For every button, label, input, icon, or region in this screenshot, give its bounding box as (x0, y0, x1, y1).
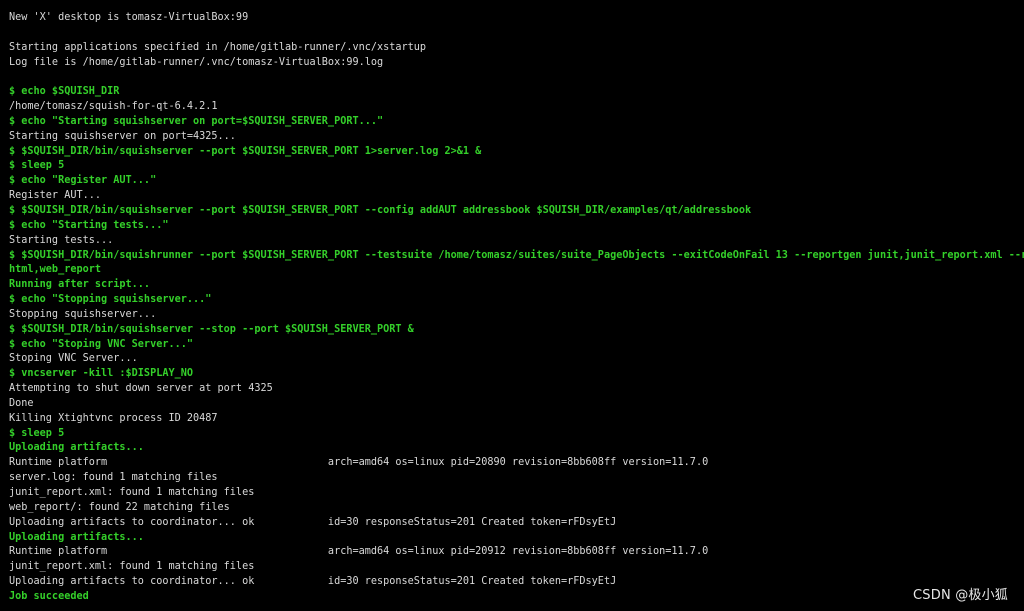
terminal-command-line: $ echo "Register AUT..." (9, 175, 157, 187)
terminal-command-line: $ echo "Stopping squishserver..." (9, 294, 212, 306)
terminal-output-line: Killing Xtightvnc process ID 20487 (9, 412, 218, 424)
terminal-output-line: server.log: found 1 matching files (9, 472, 218, 484)
terminal-command-line: $ $SQUISH_DIR/bin/squishrunner --port $S… (9, 249, 1024, 261)
terminal-output-line: Stopping squishserver... (9, 308, 157, 320)
terminal-command-line: $ $SQUISH_DIR/bin/squishserver --stop --… (9, 323, 414, 335)
terminal-output-line: Register AUT... (9, 190, 102, 202)
terminal-command-line: $ echo "Stoping VNC Server..." (9, 338, 194, 350)
terminal-status-line: Uploading artifacts... (9, 531, 144, 543)
terminal-command-line: $ echo "Starting tests..." (9, 219, 169, 231)
terminal-output-line: Starting tests... (9, 234, 114, 246)
terminal-output-line: Uploading artifacts to coordinator... ok… (9, 576, 617, 588)
terminal-output-line: /home/tomasz/squish-for-qt-6.4.2.1 (9, 101, 218, 113)
terminal-output-line: New 'X' desktop is tomasz-VirtualBox:99 (9, 12, 249, 23)
terminal-output-line: Starting applications specified in /home… (9, 41, 427, 53)
terminal-command-line: $ echo "Starting squishserver on port=$S… (9, 115, 384, 127)
terminal-window[interactable]: New 'X' desktop is tomasz-VirtualBox:99 S… (0, 0, 1024, 611)
terminal-output-line: junit_report.xml: found 1 matching files (9, 487, 255, 498)
terminal-output-line: Starting squishserver on port=4325... (9, 130, 236, 142)
terminal-output-line: Attempting to shut down server at port 4… (9, 383, 273, 395)
terminal-status-line: Uploading artifacts... (9, 442, 144, 454)
terminal-status-line: Running after script... (9, 279, 151, 291)
terminal-command-line: $ $SQUISH_DIR/bin/squishserver --port $S… (9, 145, 482, 157)
terminal-command-line: $ $SQUISH_DIR/bin/squishserver --port $S… (9, 204, 752, 216)
csdn-watermark: CSDN @极小狐 (913, 588, 1008, 603)
terminal-output-line: Runtime platform arch=amd64 os=linux pid… (9, 546, 709, 558)
terminal-command-line: $ sleep 5 (9, 427, 65, 439)
terminal-output-line: Uploading artifacts to coordinator... ok… (9, 516, 617, 528)
terminal-output-line: web_report/: found 22 matching files (9, 501, 230, 513)
terminal-output-line: junit_report.xml: found 1 matching files (9, 561, 255, 573)
terminal-output-line: Log file is /home/gitlab-runner/.vnc/tom… (9, 56, 384, 68)
terminal-command-line: $ sleep 5 (9, 160, 65, 172)
terminal-command-line: $ vncserver -kill :$DISPLAY_NO (9, 368, 194, 380)
terminal-command-line: $ echo $SQUISH_DIR (9, 86, 120, 98)
terminal-output: New 'X' desktop is tomasz-VirtualBox:99 S… (9, 11, 1024, 605)
terminal-output-line: Runtime platform arch=amd64 os=linux pid… (9, 457, 709, 469)
terminal-output-line: Done (9, 397, 34, 409)
terminal-command-line: html,web_report (9, 264, 102, 276)
terminal-status-line: Job succeeded (9, 590, 89, 602)
terminal-output-line: Stoping VNC Server... (9, 353, 138, 365)
